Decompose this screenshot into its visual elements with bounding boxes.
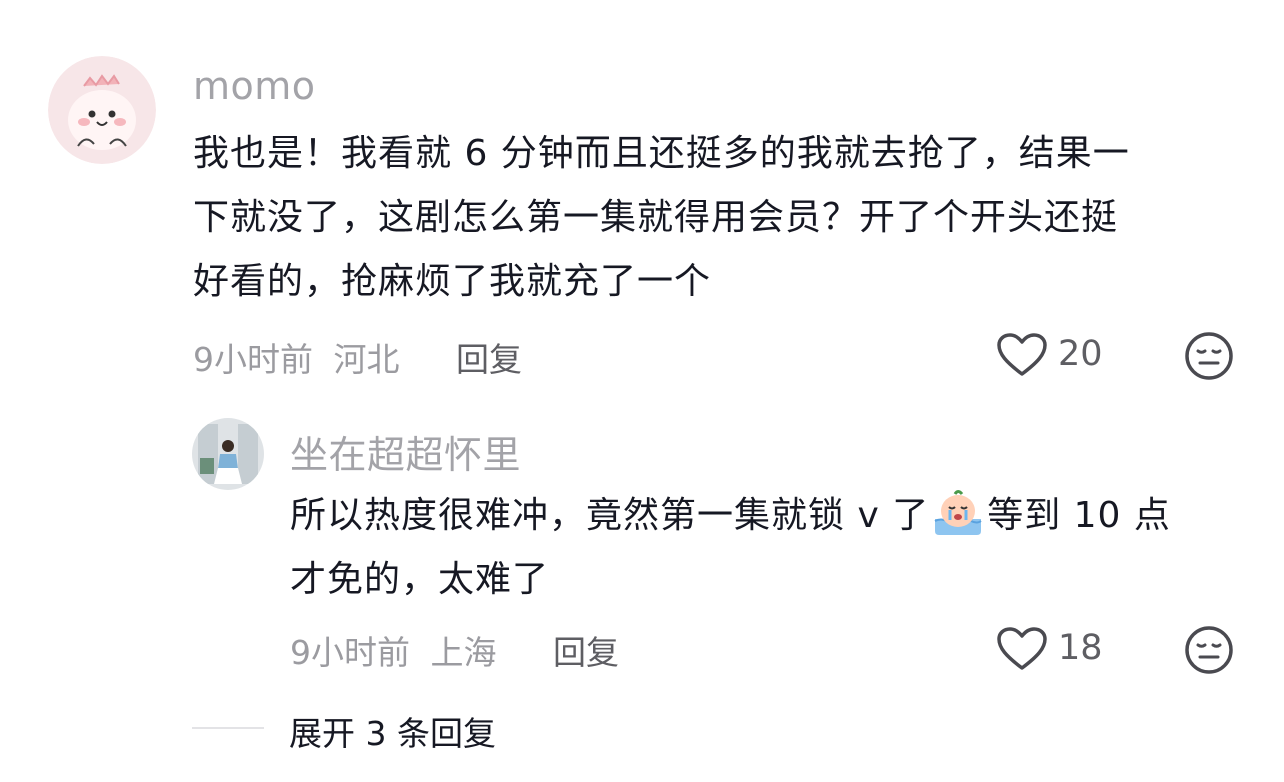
reply-text-part1: 所以热度很难冲，竟然第一集就锁 v 了: [290, 495, 930, 536]
comment-content-line: 下就没了，这剧怎么第一集就得用会员？开了个开头还挺: [193, 197, 1119, 238]
reply-meta: 9小时前 上海: [290, 626, 497, 674]
comment-content-line: 我也是！我看就 6 分钟而且还挺多的我就去抢了，结果一: [193, 133, 1130, 174]
comment-username[interactable]: momo: [193, 64, 316, 108]
heart-outline-icon: [997, 333, 1047, 376]
reply-location: 上海: [430, 633, 497, 672]
comment-meta: 9小时前 河北: [193, 333, 400, 381]
heart-outline-icon: [997, 627, 1047, 670]
dislike-button[interactable]: [1184, 331, 1234, 381]
like-count: 20: [1058, 334, 1103, 374]
expand-divider: [192, 727, 264, 729]
reply-like-button[interactable]: 18: [996, 624, 1116, 674]
reply-dislike-button[interactable]: [1184, 625, 1234, 675]
crying-face-emoji: [931, 489, 985, 535]
meh-face-icon: [1185, 626, 1233, 674]
like-button[interactable]: 20: [996, 330, 1116, 380]
reply-button[interactable]: 回复: [456, 333, 522, 381]
expand-replies-button[interactable]: 展开 3 条回复: [289, 707, 496, 755]
comment-location: 河北: [333, 340, 400, 379]
comment-time: 9小时前: [193, 340, 313, 379]
reply-content: 所以热度很难冲，竟然第一集就锁 v 了 等到 10 点 才免的，太难了: [290, 484, 1240, 612]
reply-content-line: 才免的，太难了: [290, 559, 550, 600]
comment-content: 我也是！我看就 6 分钟而且还挺多的我就去抢了，结果一 下就没了，这剧怎么第一集…: [193, 122, 1253, 314]
reply-to-reply-button[interactable]: 回复: [553, 626, 619, 674]
avatar-reply-user[interactable]: [192, 418, 264, 490]
avatar-momo[interactable]: [48, 56, 156, 164]
reply-text-part2: 等到 10 点: [987, 495, 1171, 536]
reply-like-count: 18: [1058, 628, 1103, 668]
reply-username[interactable]: 坐在超超怀里: [290, 424, 521, 479]
reply-time: 9小时前: [290, 633, 410, 672]
reply-content-line: 所以热度很难冲，竟然第一集就锁 v 了 等到 10 点: [290, 484, 1240, 548]
meh-face-icon: [1185, 332, 1233, 380]
comment-content-line: 好看的，抢麻烦了我就充了一个: [193, 261, 712, 302]
